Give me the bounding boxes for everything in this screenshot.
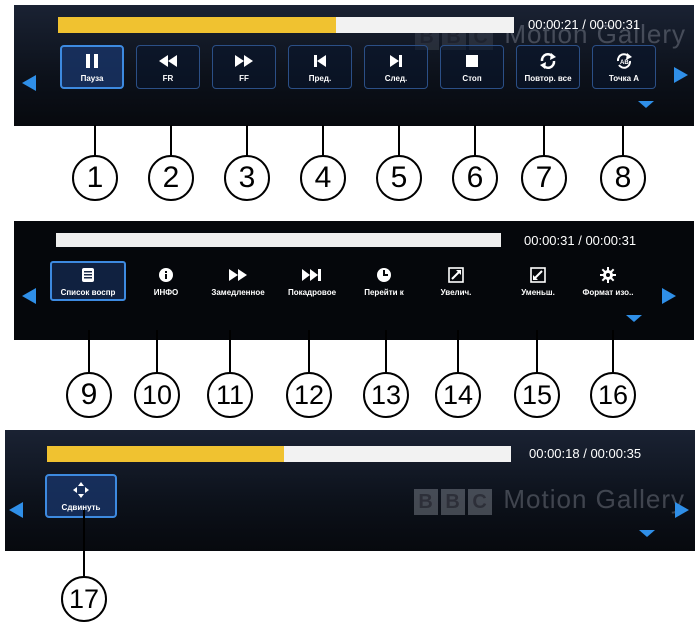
zoom-in-icon (448, 266, 464, 284)
repeat-all-icon (538, 51, 558, 71)
callout-number-15: 15 (514, 372, 560, 418)
watermark: BBC Motion Gallery (414, 484, 685, 515)
callout-line (229, 330, 231, 374)
info-button[interactable]: ИНФО (128, 261, 204, 301)
more-down-arrow-icon[interactable] (638, 101, 654, 108)
stop-icon (465, 51, 479, 71)
next-icon (389, 51, 403, 71)
step-frame-button[interactable]: Покадровое (274, 261, 350, 301)
pause-icon (85, 51, 99, 71)
progress-fill (56, 233, 501, 247)
stop-button[interactable]: Стоп (440, 45, 504, 89)
callout-line (308, 330, 310, 374)
gear-icon (599, 266, 617, 284)
callout-number-4: 4 (300, 155, 346, 201)
callout-line (246, 125, 248, 157)
callout-number-1: 1 (72, 155, 118, 201)
callout-number-16: 16 (590, 372, 636, 418)
callout-number-14: 14 (435, 372, 481, 418)
zoom-in-button[interactable]: Увелич. (418, 261, 494, 301)
progress-fill (58, 17, 337, 33)
callout-number-2: 2 (148, 155, 194, 201)
callout-line (622, 125, 624, 157)
callout-number-12: 12 (286, 372, 332, 418)
callout-number-8: 8 (600, 155, 646, 201)
callout-line (385, 330, 387, 374)
callout-number-11: 11 (207, 372, 253, 418)
move-arrows-icon (72, 480, 90, 500)
callout-line (94, 125, 96, 157)
progress-bar[interactable] (47, 446, 511, 462)
previous-button[interactable]: Пред. (288, 45, 352, 89)
fast-forward-icon (234, 51, 254, 71)
callout-number-3: 3 (224, 155, 270, 201)
step-frame-icon (301, 266, 323, 284)
zoom-out-button[interactable]: Уменьш. (500, 261, 576, 301)
callout-number-7: 7 (521, 155, 567, 201)
callout-line (170, 125, 172, 157)
slow-motion-button[interactable]: Замедленное (200, 261, 276, 301)
scroll-right-arrow-icon[interactable] (662, 288, 676, 304)
scroll-right-arrow-icon[interactable] (675, 502, 689, 518)
callout-number-5: 5 (376, 155, 422, 201)
slow-motion-icon (227, 266, 249, 284)
callout-line (612, 330, 614, 374)
progress-bar[interactable] (58, 17, 514, 33)
callout-number-6: 6 (452, 155, 498, 201)
clock-icon (376, 266, 392, 284)
zoom-out-icon (530, 266, 546, 284)
callout-line (474, 125, 476, 157)
more-down-arrow-icon[interactable] (626, 315, 642, 322)
more-down-arrow-icon[interactable] (639, 530, 655, 537)
callout-line (322, 125, 324, 157)
callout-line (536, 330, 538, 374)
next-button[interactable]: След. (364, 45, 428, 89)
callout-line (398, 125, 400, 157)
time-display: 00:00:21 / 00:00:31 (528, 17, 641, 32)
progress-fill (47, 446, 284, 462)
fast-forward-button[interactable]: FF (212, 45, 276, 89)
playback-bar-panel-1: BBC Motion Gallery 00:00:21 / 00:00:31 П… (14, 5, 694, 126)
previous-icon (313, 51, 327, 71)
callout-number-17: 17 (61, 576, 107, 622)
ab-repeat-button[interactable]: AB Точка А (592, 45, 656, 89)
playback-bar-panel-3: BBC Motion Gallery 00:00:18 / 00:00:35 С… (5, 430, 695, 551)
fast-rewind-button[interactable]: FR (136, 45, 200, 89)
callout-number-9: 9 (66, 372, 112, 418)
fast-rewind-icon (158, 51, 178, 71)
svg-text:AB: AB (620, 60, 629, 66)
repeat-all-button[interactable]: Повтор. все (516, 45, 580, 89)
pause-button[interactable]: Пауза (60, 45, 124, 89)
ab-repeat-icon: AB (614, 51, 634, 71)
move-button[interactable]: Сдвинуть (45, 474, 117, 518)
scroll-right-arrow-icon[interactable] (674, 67, 688, 83)
time-display: 00:00:18 / 00:00:35 (529, 446, 642, 461)
callout-line (543, 125, 545, 157)
callout-number-13: 13 (363, 372, 409, 418)
playback-bar-panel-2: 00:00:31 / 00:00:31 Список воспр ИНФО За… (14, 221, 694, 340)
playlist-icon (81, 266, 95, 284)
time-display: 00:00:31 / 00:00:31 (524, 233, 637, 248)
scroll-left-arrow-icon[interactable] (9, 502, 23, 518)
scroll-left-arrow-icon[interactable] (22, 288, 36, 304)
info-icon (158, 266, 174, 284)
callout-line (156, 330, 158, 374)
scroll-left-arrow-icon[interactable] (22, 75, 36, 91)
goto-button[interactable]: Перейти к (346, 261, 422, 301)
callout-number-10: 10 (134, 372, 180, 418)
playlist-button[interactable]: Список воспр (50, 261, 126, 301)
progress-bar[interactable] (56, 233, 501, 247)
callout-line (457, 330, 459, 374)
callout-line (88, 330, 90, 374)
callout-line (83, 510, 85, 578)
picture-format-button[interactable]: Формат изо.. (570, 261, 646, 301)
